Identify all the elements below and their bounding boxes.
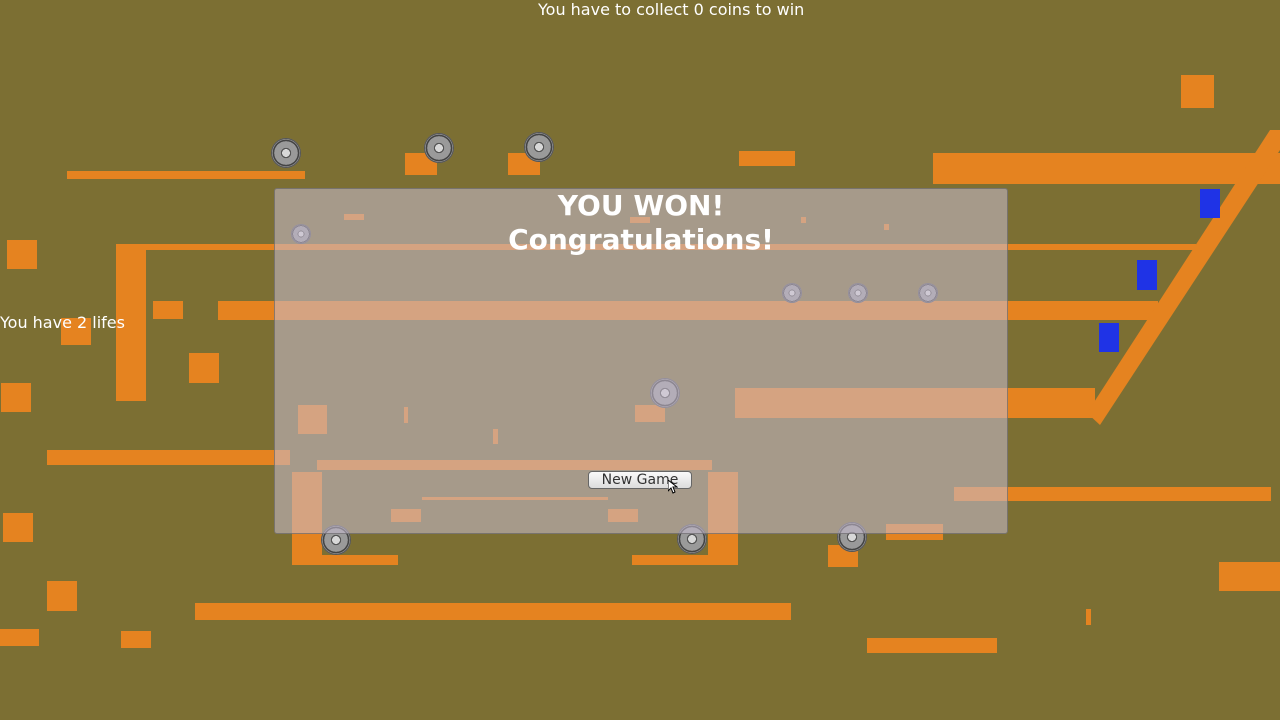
cursor-icon [668, 480, 678, 494]
enemy-block [1200, 189, 1220, 218]
win-title-line2: Congratulations! [508, 223, 774, 256]
enemy-block [1099, 323, 1119, 352]
enemy-block [1137, 260, 1157, 290]
win-title-line1: YOU WON! [557, 189, 725, 222]
coin-goal-text: You have to collect 0 coins to win [538, 0, 805, 19]
coin-icon [271, 138, 301, 168]
coin-icon [524, 132, 554, 162]
lives-text: You have 2 lifes [0, 313, 125, 332]
win-title: YOU WON! Congratulations! [275, 189, 1007, 257]
coin-icon [424, 133, 454, 163]
